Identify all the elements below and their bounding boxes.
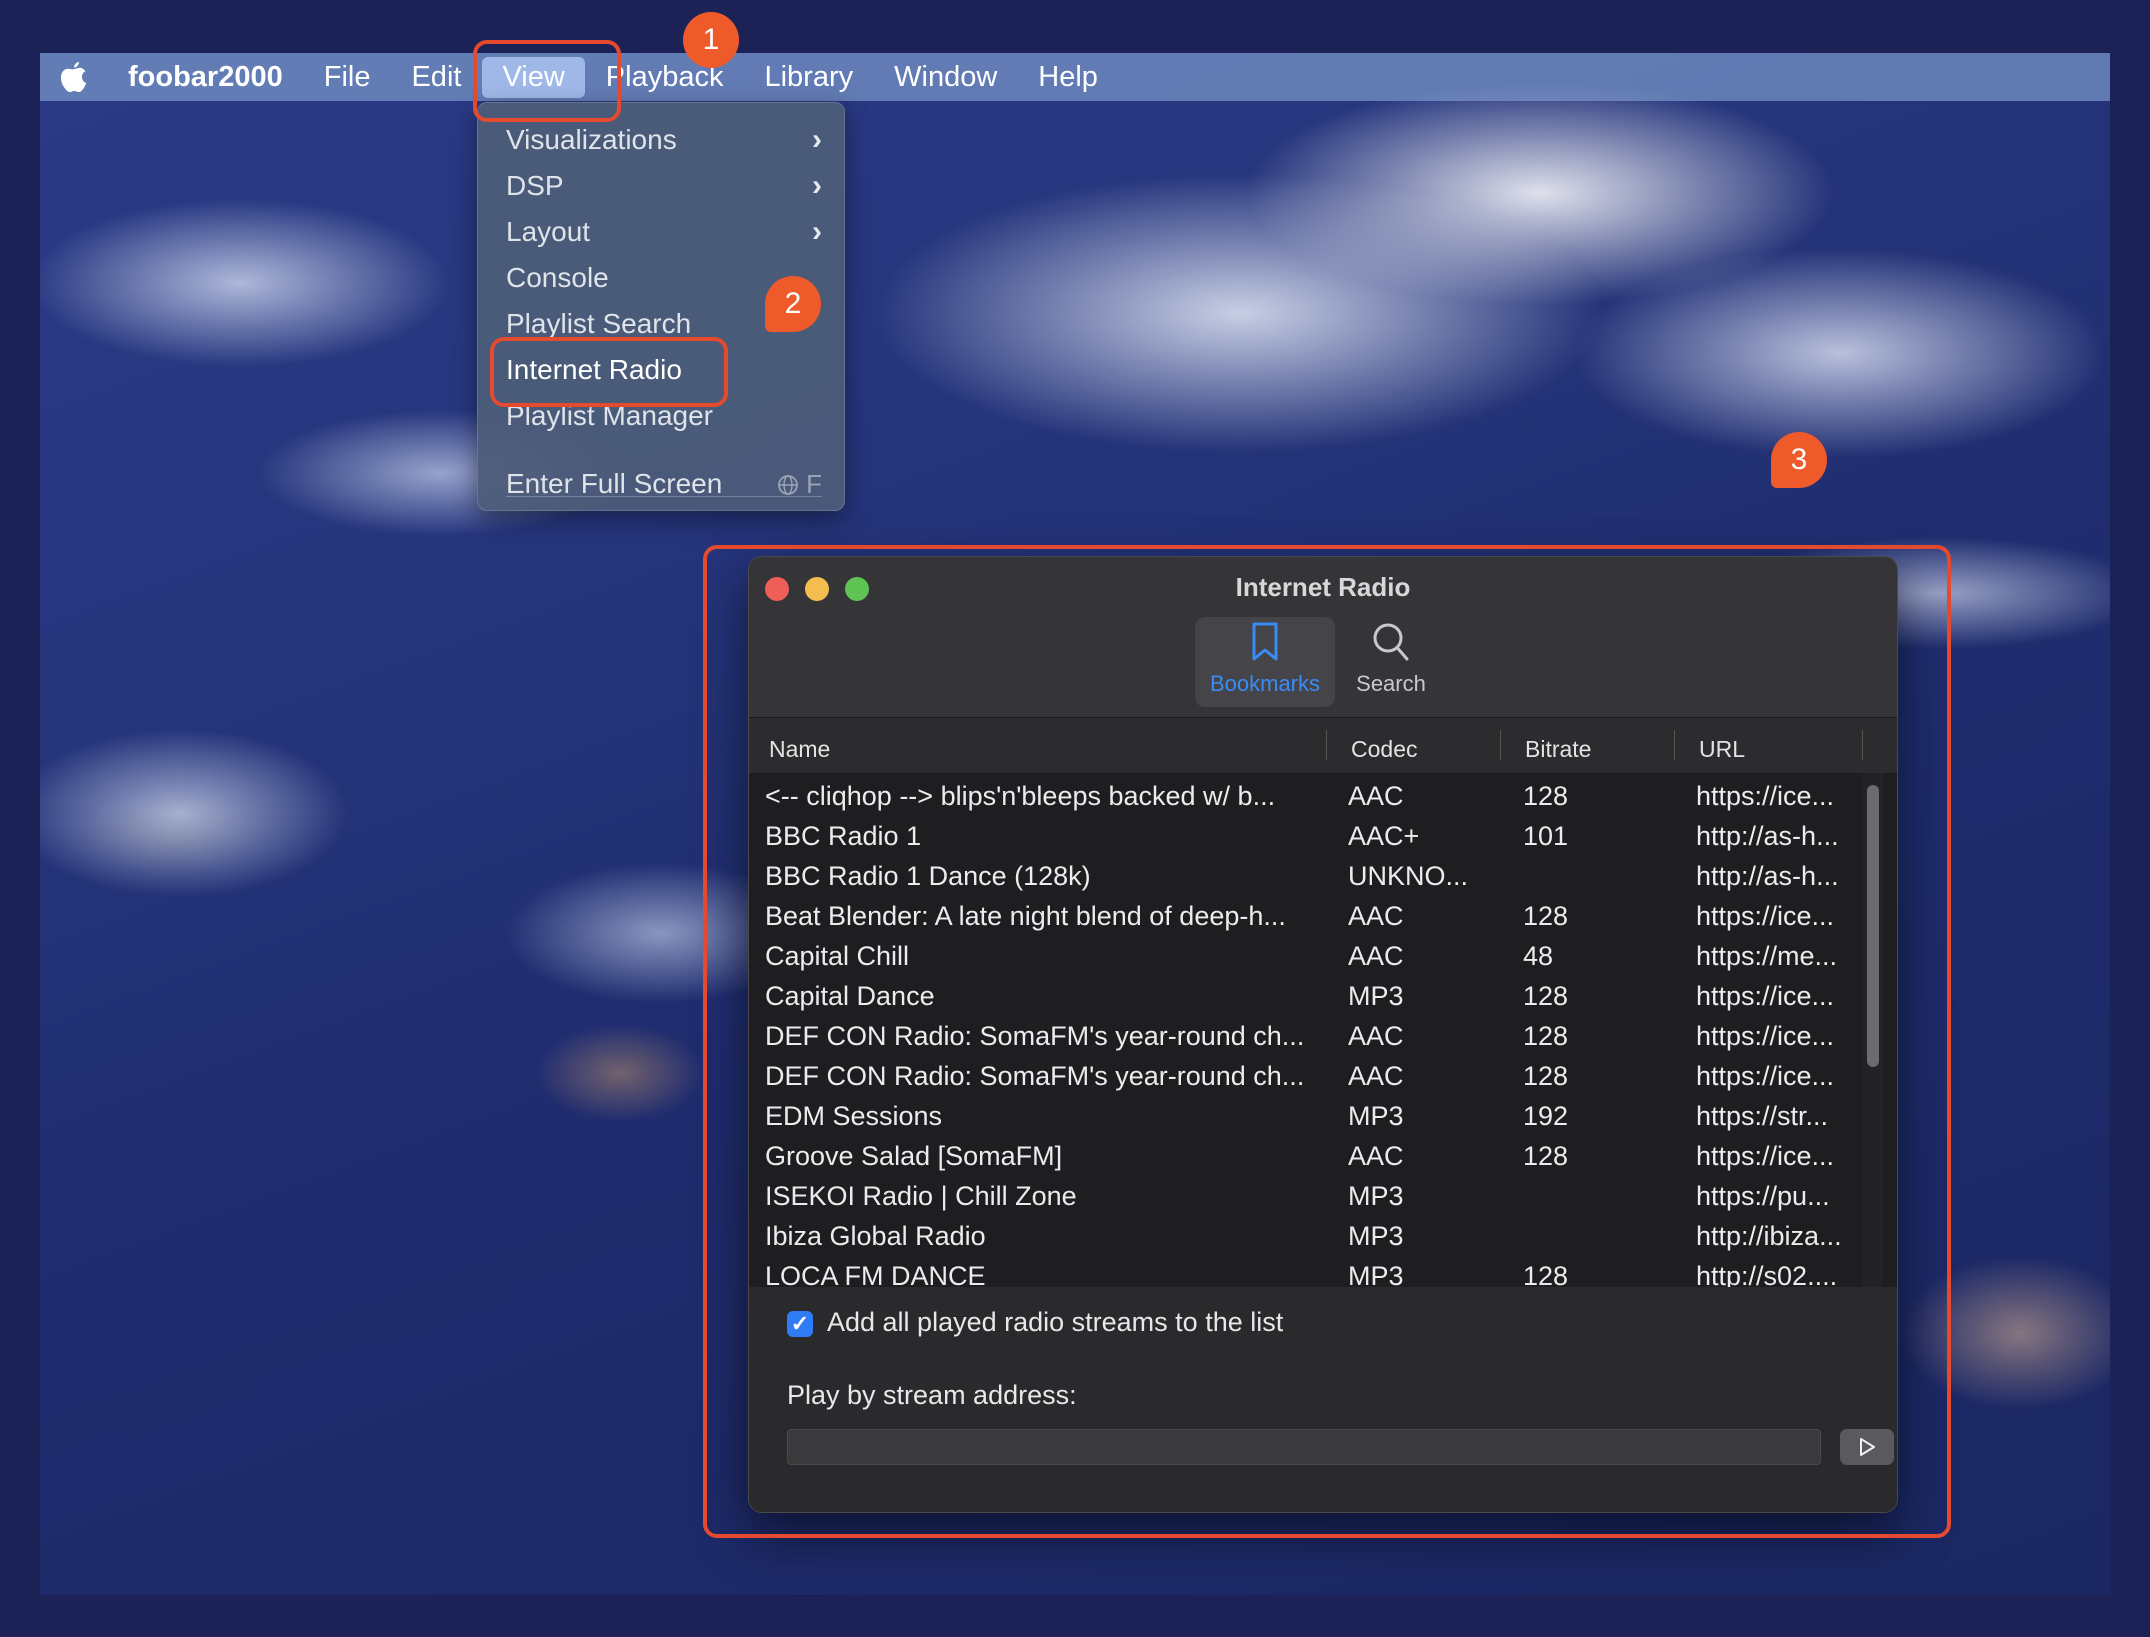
annotation-highlight-window — [703, 545, 1951, 1538]
menu-item-label: Visualizations — [506, 124, 677, 155]
annotation-badge-1: 1 — [683, 12, 739, 68]
apple-logo-icon[interactable] — [54, 60, 94, 94]
menu-app-name[interactable]: foobar2000 — [128, 61, 283, 94]
menu-item-label: DSP — [506, 170, 564, 201]
shortcut-hint: F — [777, 469, 822, 500]
menu-help[interactable]: Help — [1038, 61, 1098, 94]
menu-item-enter-full-screen[interactable]: Enter Full Screen F — [506, 464, 822, 504]
menu-item-label: Console — [506, 262, 609, 293]
menu-item-label: Layout — [506, 216, 591, 247]
annotation-highlight-view — [473, 40, 621, 122]
menu-item-dsp[interactable]: DSP › — [506, 166, 822, 206]
menu-item-visualizations[interactable]: Visualizations › — [506, 120, 822, 160]
menu-item-layout[interactable]: Layout › — [506, 212, 822, 252]
menu-window[interactable]: Window — [894, 61, 997, 94]
chevron-right-icon: › — [812, 169, 822, 202]
menu-file[interactable]: File — [324, 61, 371, 94]
menu-bar: foobar2000 File Edit View Playback Libra… — [40, 53, 2110, 101]
menu-library[interactable]: Library — [764, 61, 853, 94]
annotation-badge-3: 3 — [1771, 432, 1827, 488]
menu-item-label: Enter Full Screen — [506, 468, 723, 499]
chevron-right-icon: › — [812, 215, 822, 248]
globe-icon — [777, 474, 798, 495]
annotation-badge-2: 2 — [765, 276, 821, 332]
shortcut-key: F — [806, 468, 822, 499]
menu-edit[interactable]: Edit — [411, 61, 461, 94]
annotation-highlight-internet-radio — [490, 337, 728, 407]
chevron-right-icon: › — [812, 123, 822, 156]
menu-item-label: Playlist Search — [506, 308, 692, 339]
